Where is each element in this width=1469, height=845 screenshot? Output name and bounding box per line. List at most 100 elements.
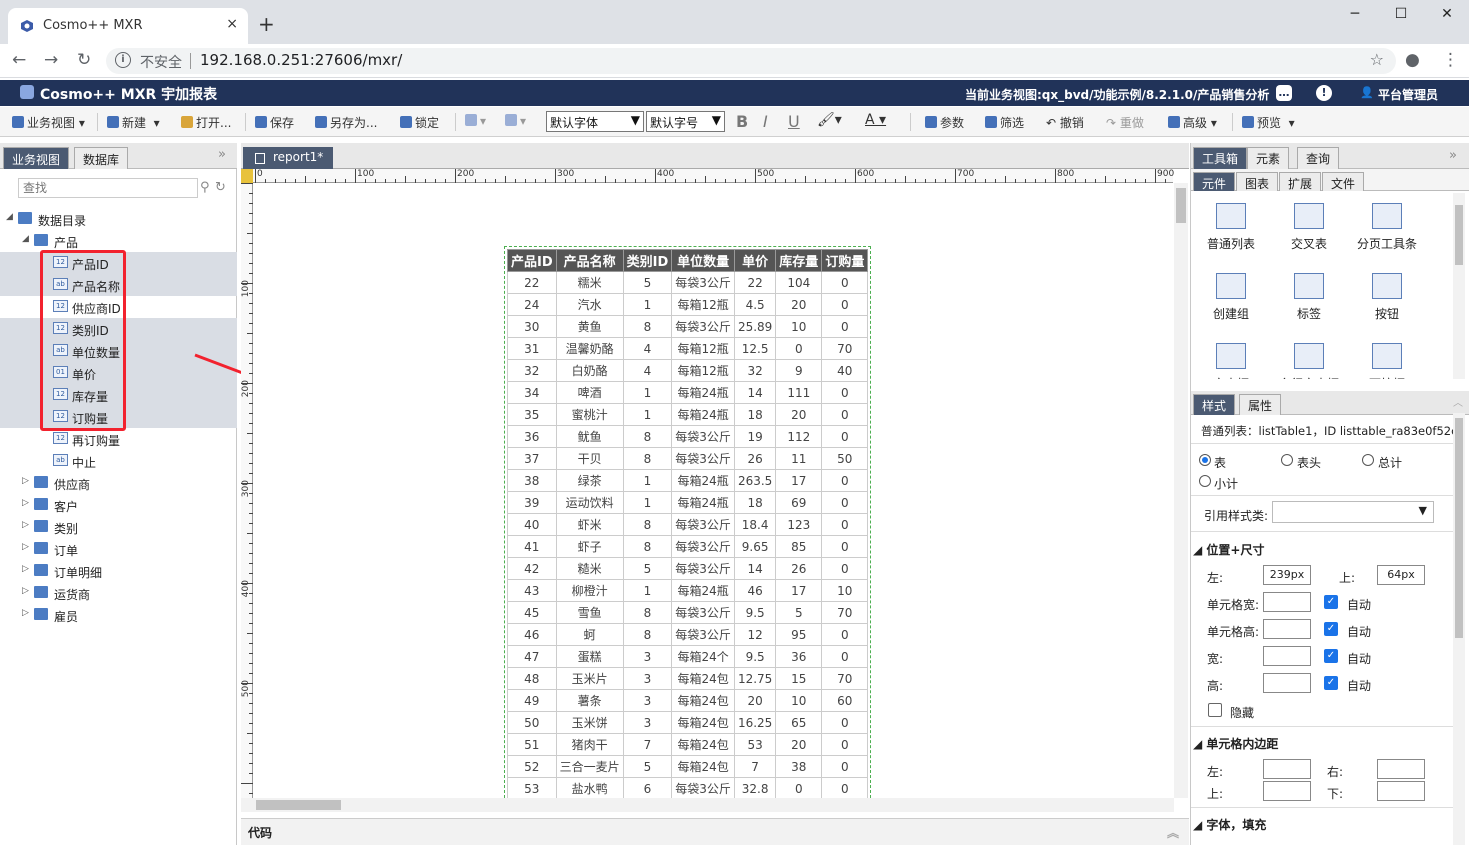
table-cell[interactable]: 蛋糕	[555, 645, 624, 668]
table-cell[interactable]: 70	[821, 337, 869, 360]
report-canvas[interactable]: 产品ID 产品名称 类别ID 单位数量 单价 库存量 订购量 22 糯米 5 每袋3公斤 22 104…	[254, 183, 1174, 798]
table-cell[interactable]: 0	[821, 513, 869, 536]
table-cell[interactable]: 4.5	[733, 293, 777, 316]
radio-total[interactable]	[1362, 454, 1374, 466]
table-cell[interactable]: 15	[775, 667, 823, 690]
table-cell[interactable]: 85	[775, 535, 823, 558]
undo-button[interactable]: ↶ 撤销	[1046, 114, 1084, 131]
table-cell[interactable]: 7	[622, 733, 673, 756]
bold-button[interactable]: B	[736, 112, 748, 131]
table-row[interactable]: 49 薯条 3 每箱24包 20 10 60	[507, 689, 869, 712]
table-cell[interactable]: 10	[775, 689, 823, 712]
table-row[interactable]: 41 虾子 8 每袋3公斤 9.65 85 0	[507, 535, 869, 558]
table-cell[interactable]: 19	[733, 425, 777, 448]
table-cell[interactable]: 0	[821, 271, 869, 294]
table-cell[interactable]: 每箱24包	[671, 711, 735, 734]
radio-subtotal[interactable]	[1199, 475, 1211, 487]
table-cell[interactable]: 绿茶	[555, 469, 624, 492]
table-cell[interactable]: 3	[622, 711, 673, 734]
collapsed-icon[interactable]: ▷	[22, 608, 29, 618]
code-panel-bar[interactable]: 代码 ︽	[241, 818, 1189, 845]
bookmark-star-icon[interactable]: ☆	[1370, 50, 1384, 69]
table-cell[interactable]: 5	[622, 271, 673, 294]
table-row[interactable]: 31 温馨奶酪 4 每箱12瓶 12.5 0 70	[507, 337, 869, 360]
table-row[interactable]: 47 蛋糕 3 每箱24个 9.5 36 0	[507, 645, 869, 668]
table-cell[interactable]: 每箱24瓶	[671, 579, 735, 602]
back-icon[interactable]: ←	[12, 50, 26, 70]
table-cell[interactable]: 0	[821, 645, 869, 668]
table-cell[interactable]: 8	[622, 535, 673, 558]
table-cell[interactable]: 每袋3公斤	[671, 557, 735, 580]
table-cell[interactable]: 18	[733, 491, 777, 514]
minimize-icon[interactable]: ─	[1340, 6, 1370, 22]
table-cell[interactable]: 12	[733, 623, 777, 646]
cell-height-auto-checkbox[interactable]: ✓	[1324, 622, 1338, 636]
table-cell[interactable]: 8	[622, 315, 673, 338]
table-cell[interactable]: 每袋3公斤	[671, 623, 735, 646]
table-cell[interactable]: 0	[821, 381, 869, 404]
table-cell[interactable]: 5	[622, 557, 673, 580]
table-cell[interactable]: 60	[821, 689, 869, 712]
table-cell[interactable]: 0	[821, 293, 869, 316]
table-cell[interactable]: 14	[733, 381, 777, 404]
table-cell[interactable]: 5	[622, 755, 673, 778]
table-cell[interactable]: 0	[821, 557, 869, 580]
table-cell[interactable]: 112	[775, 425, 823, 448]
expanded-icon[interactable]: ◢	[22, 234, 29, 244]
table-cell[interactable]: 0	[821, 777, 869, 798]
underline-button[interactable]: U	[788, 112, 800, 131]
table-cell[interactable]: 1	[622, 469, 673, 492]
table-cell[interactable]: 3	[622, 645, 673, 668]
table-cell[interactable]: 1	[622, 403, 673, 426]
table-cell[interactable]: 4	[622, 337, 673, 360]
table-cell[interactable]: 4	[622, 359, 673, 382]
collapsed-icon[interactable]: ▷	[22, 542, 29, 552]
save-as-button[interactable]: 另存为...	[315, 114, 377, 131]
table-cell[interactable]: 每箱24个	[671, 645, 735, 668]
tab-style[interactable]: 样式	[1193, 394, 1236, 415]
table-cell[interactable]: 52	[507, 755, 557, 778]
width-input[interactable]	[1263, 646, 1311, 666]
table-row[interactable]: 39 运动饮料 1 每箱24瓶 18 69 0	[507, 491, 869, 514]
table-cell[interactable]: 0	[821, 491, 869, 514]
search-input[interactable]	[18, 178, 198, 198]
tab-query[interactable]: 查询	[1297, 147, 1340, 169]
table-cell[interactable]: 0	[775, 777, 823, 798]
table-cell[interactable]: 8	[622, 425, 673, 448]
table-cell[interactable]: 3	[622, 689, 673, 712]
table-row[interactable]: 43 柳橙汁 1 每箱24瓶 46 17 10	[507, 579, 869, 602]
table-cell[interactable]: 0	[821, 711, 869, 734]
table-cell[interactable]: 每箱12瓶	[671, 337, 735, 360]
vertical-scrollbar[interactable]	[1174, 183, 1188, 798]
table-cell[interactable]: 31	[507, 337, 557, 360]
tree-folder[interactable]: ▷ 订单明细	[0, 560, 237, 582]
close-tab-icon[interactable]: ×	[226, 16, 238, 32]
table-cell[interactable]: 0	[775, 337, 823, 360]
table-cell[interactable]: 1	[622, 579, 673, 602]
collapsed-icon[interactable]: ▷	[22, 476, 29, 486]
table-cell[interactable]: 17	[775, 469, 823, 492]
table-cell[interactable]: 0	[821, 733, 869, 756]
table-cell[interactable]: 0	[821, 535, 869, 558]
collapsed-icon[interactable]: ▷	[22, 564, 29, 574]
table-cell[interactable]: 薯条	[555, 689, 624, 712]
redo-button[interactable]: ↷ 重做	[1106, 114, 1144, 131]
table-cell[interactable]: 17	[775, 579, 823, 602]
table-cell[interactable]: 虾米	[555, 513, 624, 536]
column-header[interactable]: 产品ID	[507, 249, 557, 272]
table-cell[interactable]: 汽水	[555, 293, 624, 316]
distribute-button[interactable]: ▾	[505, 114, 526, 128]
table-cell[interactable]: 柳橙汁	[555, 579, 624, 602]
filter-button[interactable]: 筛选	[985, 114, 1024, 131]
table-cell[interactable]: 40	[821, 359, 869, 382]
subtab-charts[interactable]: 图表	[1236, 172, 1279, 191]
window-close-icon[interactable]: ✕	[1432, 6, 1462, 22]
table-cell[interactable]: 鱿鱼	[555, 425, 624, 448]
collapse-panel-icon[interactable]: »	[218, 147, 226, 162]
table-cell[interactable]: 每箱24瓶	[671, 491, 735, 514]
tree-folder[interactable]: ▷ 订单	[0, 538, 237, 560]
report-tab[interactable]: report1*	[243, 147, 334, 169]
reload-icon[interactable]: ↻	[77, 50, 91, 70]
scroll-thumb[interactable]	[256, 800, 341, 810]
table-row[interactable]: 22 糯米 5 每袋3公斤 22 104 0	[507, 271, 869, 294]
